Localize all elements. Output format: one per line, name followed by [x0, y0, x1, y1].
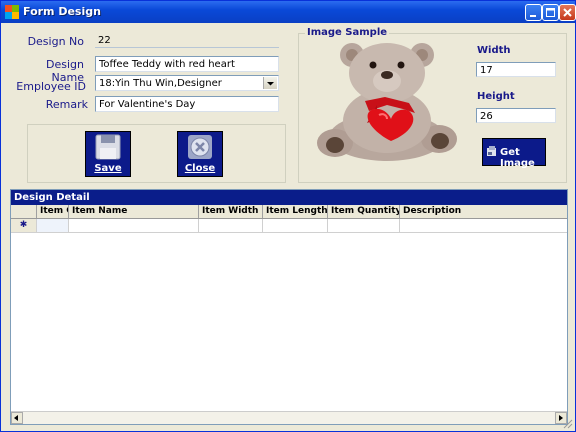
grid-cell[interactable] [37, 219, 69, 232]
action-buttons-group [27, 124, 286, 183]
employee-id-value: 18:Yin Thu Win,Designer [99, 78, 222, 89]
column-header[interactable]: Item Name [69, 205, 199, 218]
get-image-label: Get Image [500, 147, 535, 169]
column-header[interactable]: Item Length [263, 205, 328, 218]
remark-field[interactable]: For Valentine's Day [95, 96, 279, 112]
scroll-left-button[interactable] [11, 412, 23, 424]
employee-id-select[interactable]: 18:Yin Thu Win,Designer [95, 75, 279, 91]
save-button[interactable]: Save [85, 131, 131, 177]
maximize-icon [546, 8, 555, 17]
grid-cell[interactable] [328, 219, 400, 232]
chevron-left-icon [14, 415, 18, 421]
grid-header: Item C Item Name Item Width Item Length … [11, 205, 567, 219]
save-label: Save [94, 163, 122, 174]
minimize-button[interactable] [525, 4, 542, 21]
grid-cell[interactable] [263, 219, 328, 232]
column-header[interactable]: Item Quantity [328, 205, 400, 218]
grid-cell[interactable] [69, 219, 199, 232]
close-window-button[interactable] [559, 4, 576, 21]
grid-caption: Design Detail [11, 190, 567, 205]
maximize-button[interactable] [542, 4, 559, 21]
employee-id-label: Employee ID [16, 80, 86, 93]
column-header[interactable]: Description [400, 205, 567, 218]
close-button[interactable]: Close [177, 131, 223, 177]
width-label: Width [477, 45, 511, 56]
grid-cell[interactable] [199, 219, 263, 232]
minimize-icon [530, 15, 536, 17]
remark-label: Remark [45, 98, 88, 111]
chevron-down-icon [267, 82, 274, 86]
title-bar[interactable]: Form Design [1, 1, 576, 23]
new-row[interactable]: ✱ [11, 219, 567, 233]
column-header[interactable]: Item Width [199, 205, 263, 218]
height-field[interactable]: 26 [476, 108, 556, 123]
horizontal-scrollbar[interactable] [11, 411, 567, 424]
form-design-window: Form Design Design No 22 Design Name Tof… [0, 0, 576, 432]
teddy-bear-image [317, 43, 457, 161]
design-no-field[interactable]: 22 [95, 33, 279, 48]
design-no-label: Design No [27, 35, 84, 48]
design-name-field[interactable]: Toffee Teddy with red heart [95, 56, 279, 72]
row-header-corner [11, 205, 37, 218]
dropdown-arrow[interactable] [263, 77, 277, 89]
image-icon [487, 146, 496, 156]
close-label: Close [184, 163, 216, 174]
app-icon [5, 5, 19, 19]
window-title: Form Design [23, 5, 101, 18]
floppy-disk-icon [95, 134, 121, 160]
new-row-marker: ✱ [11, 219, 37, 232]
grid-cell[interactable] [400, 219, 567, 232]
design-detail-grid[interactable]: Design Detail Item C Item Name Item Widt… [10, 189, 568, 425]
close-icon [563, 8, 572, 17]
get-image-button[interactable]: Get Image [482, 138, 546, 169]
column-header[interactable]: Item C [37, 205, 69, 218]
height-label: Height [477, 91, 515, 102]
width-field[interactable]: 17 [476, 62, 556, 77]
close-circle-icon [188, 135, 212, 159]
resize-grip-icon[interactable] [561, 417, 573, 429]
image-sample-title: Image Sample [305, 27, 390, 38]
